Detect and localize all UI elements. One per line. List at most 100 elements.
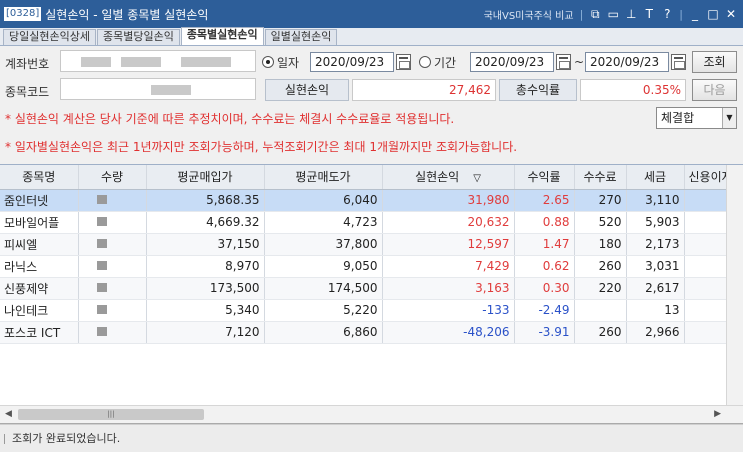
scroll-right-icon[interactable]: ▶ [714, 409, 721, 419]
column-header[interactable]: 신용이자 [684, 165, 727, 190]
radio-period[interactable] [419, 56, 431, 68]
fee [574, 299, 627, 322]
column-header[interactable]: 평균매입가 [146, 165, 265, 190]
quantity-cell [78, 299, 147, 322]
scroll-thumb[interactable]: ||| [18, 409, 204, 420]
stock-name: 줌인터넷 [0, 189, 79, 212]
window-icon[interactable]: ▭ [607, 7, 619, 21]
minimize-icon[interactable]: _ [689, 7, 701, 21]
realized-pl-label: 실현손익 [265, 79, 349, 101]
next-button[interactable]: 다음 [692, 79, 737, 101]
help-icon[interactable]: ? [661, 7, 673, 21]
credit-interest [684, 299, 727, 322]
stock-name: 피씨엘 [0, 233, 79, 256]
avg-sell: 9,050 [264, 255, 383, 278]
return-rate: 1.47 [514, 233, 575, 256]
period-to-input[interactable]: 2020/09/23 [585, 52, 669, 72]
column-header[interactable]: 평균매도가 [264, 165, 383, 190]
realized-pl: -48,206 [382, 321, 515, 344]
table-row[interactable]: 포스코 ICT 7,120 6,860 -48,206 -3.91 260 2,… [0, 321, 727, 344]
table-row[interactable]: 피씨엘 37,150 37,800 12,597 1.47 180 2,173 [0, 233, 727, 256]
avg-buy: 5,868.35 [146, 189, 265, 212]
quantity-cell [78, 233, 147, 256]
realized-pl-value: 27,462 [352, 79, 496, 101]
tax: 3,031 [626, 255, 685, 278]
tax: 5,903 [626, 211, 685, 234]
credit-interest [684, 189, 727, 212]
sort-desc-icon: ▽ [473, 173, 481, 185]
account-label: 계좌번호 [5, 57, 50, 71]
calendar-from-icon[interactable] [556, 54, 571, 70]
tax: 3,110 [626, 189, 685, 212]
table-row[interactable]: 신풍제약 173,500 174,500 3,163 0.30 220 2,61… [0, 277, 727, 300]
return-rate: -2.49 [514, 299, 575, 322]
column-header[interactable]: 세금 [626, 165, 685, 190]
column-header[interactable]: 수수료 [574, 165, 627, 190]
calendar-to-icon[interactable] [671, 54, 686, 70]
font-icon[interactable]: T [643, 7, 655, 21]
window-title: 실현손익 - 일별 종목별 실현손익 [45, 7, 209, 22]
fee: 260 [574, 255, 627, 278]
table-row[interactable]: 줌인터넷 5,868.35 6,040 31,980 2.65 270 3,11… [0, 189, 727, 212]
calendar-icon[interactable] [396, 54, 411, 70]
avg-sell: 5,220 [264, 299, 383, 322]
column-header-sorted[interactable]: 실현손익 ▽ [382, 165, 515, 190]
maximize-icon[interactable]: □ [707, 7, 719, 21]
return-rate: -3.91 [514, 321, 575, 344]
quantity-cell [78, 211, 147, 234]
compare-link[interactable]: 국내VS미국주식 비교 [484, 7, 574, 22]
avg-sell: 4,723 [264, 211, 383, 234]
table-row[interactable]: 라닉스 8,970 9,050 7,429 0.62 260 3,031 [0, 255, 727, 278]
account-field[interactable] [60, 50, 256, 72]
avg-buy: 8,970 [146, 255, 265, 278]
fee: 180 [574, 233, 627, 256]
total-return-value: 0.35% [580, 79, 686, 101]
fee: 270 [574, 189, 627, 212]
vertical-scrollbar[interactable] [726, 165, 743, 406]
return-rate: 0.30 [514, 277, 575, 300]
period-from-input[interactable]: 2020/09/23 [470, 52, 554, 72]
realized-pl: -133 [382, 299, 515, 322]
column-header[interactable]: 종목명 [0, 165, 79, 190]
fee: 520 [574, 211, 627, 234]
date-separator: ~ [574, 55, 585, 69]
restore-icon[interactable]: ⧉ [589, 7, 601, 22]
quantity-cell [78, 255, 147, 278]
stock-name: 신풍제약 [0, 277, 79, 300]
quantity-cell [78, 277, 147, 300]
close-icon[interactable]: ✕ [725, 7, 737, 21]
stock-name: 나인테크 [0, 299, 79, 322]
tab-stock-today[interactable]: 종목별당일손익 [96, 29, 180, 45]
avg-buy: 173,500 [146, 277, 265, 300]
realized-pl: 12,597 [382, 233, 515, 256]
status-bar: 조회가 완료되었습니다. [0, 424, 743, 452]
query-button[interactable]: 조회 [692, 51, 737, 73]
radio-period-label: 기간 [434, 56, 457, 70]
table-row[interactable]: 모바일어플 4,669.32 4,723 20,632 0.88 520 5,9… [0, 211, 727, 234]
basis-select-value: 체결합 [661, 111, 695, 125]
realized-pl: 7,429 [382, 255, 515, 278]
radio-daily[interactable] [262, 56, 274, 68]
stock-code-label: 종목코드 [5, 85, 50, 99]
column-header[interactable]: 수익률 [514, 165, 575, 190]
basis-select[interactable]: 체결합 ▼ [656, 107, 737, 129]
tab-stock-realized[interactable]: 종목별실현손익 [180, 27, 264, 45]
total-return-label: 총수익률 [499, 79, 577, 101]
column-header[interactable]: 수량 [78, 165, 147, 190]
stock-code-field[interactable] [60, 78, 256, 100]
table-row[interactable]: 나인테크 5,340 5,220 -133 -2.49 13 [0, 299, 727, 322]
horizontal-scrollbar[interactable]: ◀ ||| ▶ [0, 405, 743, 423]
avg-buy: 5,340 [146, 299, 265, 322]
pin-icon[interactable]: ⊥ [625, 7, 637, 21]
dropdown-arrow-icon[interactable]: ▼ [722, 108, 736, 128]
scroll-left-icon[interactable]: ◀ [5, 409, 12, 419]
tab-today-detail[interactable]: 당일실현손익상세 [3, 29, 96, 45]
realized-pl: 3,163 [382, 277, 515, 300]
tax: 2,966 [626, 321, 685, 344]
daily-date-input[interactable]: 2020/09/23 [310, 52, 394, 72]
avg-sell: 37,800 [264, 233, 383, 256]
avg-sell: 6,860 [264, 321, 383, 344]
return-rate: 2.65 [514, 189, 575, 212]
credit-interest [684, 255, 727, 278]
tab-daily-realized[interactable]: 일별실현손익 [264, 29, 338, 45]
